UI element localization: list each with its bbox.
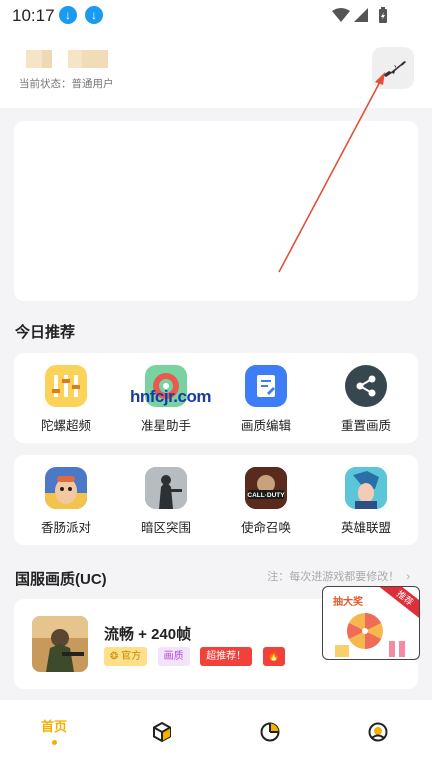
prize-wheel-icon (335, 613, 405, 657)
nav-home[interactable]: 首页 (24, 716, 84, 745)
game-label: 香肠派对 (40, 521, 91, 535)
game-league-of-legends[interactable]: 英雄联盟 (322, 467, 410, 536)
game-label: 暗区突围 (140, 521, 191, 535)
profile-icon (368, 722, 388, 742)
game-call-of-duty[interactable]: CALL·DUTY 使命召唤 (222, 467, 310, 536)
tools-card: 陀螺超频 hnfcjr.com 准星助手 画质编辑 重置画质 (14, 353, 418, 443)
svg-text:CALL·DUTY: CALL·DUTY (247, 492, 285, 499)
preset-badges: ❂ 官方 画质 超推荐！ 🔥 (104, 647, 291, 666)
prize-label: 抽大奖 (333, 597, 363, 608)
share-reset-icon (345, 365, 387, 407)
nav-stats[interactable] (240, 721, 300, 748)
nav-cube[interactable] (132, 721, 192, 748)
preset-title: 流畅 + 240帧 (104, 626, 192, 643)
note-text: 注：每次进游戏都要修改！ (267, 571, 400, 583)
active-indicator (51, 740, 57, 745)
game-label: 英雄联盟 (340, 521, 391, 535)
games-card: 香肠派对 暗区突围 CALL·DUTY 使命召唤 英雄联盟 (14, 455, 418, 545)
today-title: 今日推荐 (15, 324, 76, 341)
chevron-right-icon: › (406, 571, 410, 583)
sausage-party-game-icon (45, 467, 87, 509)
call-of-duty-game-icon: CALL·DUTY (245, 467, 287, 509)
quality-edit-icon (245, 365, 287, 407)
tool-reset-quality[interactable]: 重置画质 (322, 365, 410, 434)
tool-label: 画质编辑 (240, 419, 291, 433)
league-of-legends-game-icon (345, 467, 387, 509)
tool-gyro-overclock[interactable]: 陀螺超频 (22, 365, 110, 434)
recommend-badge: 超推荐！ (200, 647, 253, 666)
game-arena-breakout[interactable]: 暗区突围 (122, 467, 210, 536)
bottom-nav: 首页 (0, 700, 432, 768)
medal-icon: ❂ (110, 651, 122, 662)
arena-breakout-game-icon (145, 467, 187, 509)
cube-icon (153, 721, 171, 743)
tool-label: 陀螺超频 (40, 419, 91, 433)
tool-label: 准星助手 (140, 419, 191, 433)
tool-quality-edit[interactable]: 画质编辑 (222, 365, 310, 434)
prize-draw-widget[interactable]: 抽大奖 推荐 (322, 586, 420, 660)
server-note[interactable]: 注：每次进游戏都要修改！ › (267, 568, 410, 584)
watermark-text: hnfcjr.com (130, 387, 211, 406)
nav-home-label: 首页 (40, 719, 67, 734)
game-sausage-party[interactable]: 香肠派对 (22, 467, 110, 536)
china-server-title: 国服画质(UC) (15, 571, 107, 588)
game-label: 使命召唤 (240, 521, 291, 535)
fire-icon: 🔥 (262, 647, 285, 666)
tool-crosshair-assistant[interactable]: hnfcjr.com 准星助手 (122, 365, 211, 434)
tool-label: 重置画质 (340, 419, 391, 433)
nav-profile[interactable] (348, 721, 408, 748)
official-badge: ❂ 官方 (104, 647, 148, 666)
gyro-overclock-icon (45, 365, 87, 407)
pie-chart-icon (260, 722, 280, 742)
pubg-game-icon (32, 616, 88, 672)
quality-badge: 画质 (157, 647, 190, 666)
